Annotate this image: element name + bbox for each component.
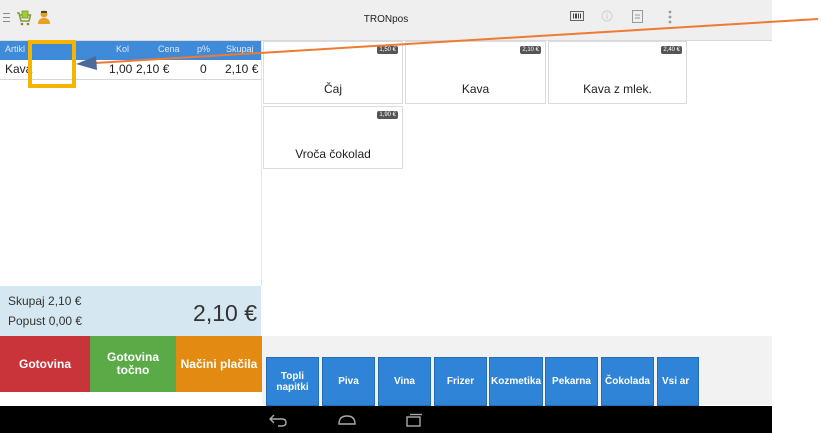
- annotation-arrow: [76, 18, 819, 70]
